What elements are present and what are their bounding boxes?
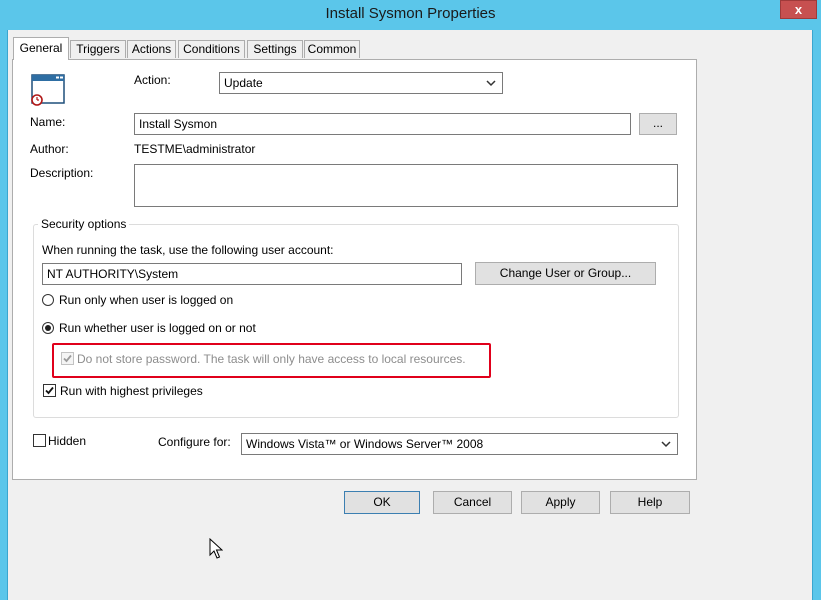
configure-for-dropdown[interactable]: Windows Vista™ or Windows Server™ 2008: [241, 433, 678, 455]
action-dropdown[interactable]: Update: [219, 72, 503, 94]
mouse-pointer-icon: [209, 537, 224, 560]
highest-privileges-checkbox[interactable]: [43, 384, 56, 397]
hidden-label: Hidden: [48, 434, 87, 448]
user-account-field[interactable]: NT AUTHORITY\System: [42, 263, 462, 285]
action-value: Update: [224, 76, 263, 90]
tab-triggers[interactable]: Triggers: [70, 40, 126, 58]
tab-settings[interactable]: Settings: [247, 40, 303, 58]
account-prompt: When running the task, use the following…: [42, 243, 334, 257]
apply-button[interactable]: Apply: [521, 491, 600, 514]
radio-logged-on-label: Run only when user is logged on: [59, 293, 234, 307]
window-title: Install Sysmon Properties: [325, 5, 496, 22]
name-label: Name:: [30, 115, 66, 129]
author-label: Author:: [30, 142, 69, 156]
description-label: Description:: [30, 166, 94, 180]
hidden-checkbox[interactable]: [33, 434, 46, 447]
name-input[interactable]: Install Sysmon: [134, 113, 631, 135]
action-label: Action:: [134, 73, 171, 87]
tab-common[interactable]: Common: [304, 40, 360, 58]
close-button[interactable]: x: [780, 0, 817, 19]
change-user-button[interactable]: Change User or Group...: [475, 262, 656, 285]
highest-privileges-label: Run with highest privileges: [60, 384, 203, 398]
radio-logged-on[interactable]: [42, 294, 54, 306]
radio-whether-logged-on-label: Run whether user is logged on or not: [59, 321, 256, 335]
help-button[interactable]: Help: [610, 491, 690, 514]
chevron-down-icon: [484, 74, 498, 92]
description-input[interactable]: [134, 164, 678, 207]
security-options-legend: Security options: [38, 217, 130, 231]
configure-for-value: Windows Vista™ or Windows Server™ 2008: [246, 437, 484, 451]
browse-button[interactable]: ...: [639, 113, 677, 135]
title-bar[interactable]: Install Sysmon Properties x: [0, 0, 821, 30]
ok-button[interactable]: OK: [344, 491, 420, 514]
author-value: TESTME\administrator: [134, 142, 256, 156]
tab-conditions[interactable]: Conditions: [178, 40, 245, 58]
tab-general[interactable]: General: [13, 37, 69, 60]
chevron-down-icon: [659, 435, 673, 453]
cancel-button[interactable]: Cancel: [433, 491, 512, 514]
tab-actions[interactable]: Actions: [127, 40, 176, 58]
configure-for-label: Configure for:: [158, 435, 231, 449]
task-clock-icon: [30, 73, 66, 107]
red-highlight-box: [52, 343, 491, 378]
radio-whether-logged-on[interactable]: [42, 322, 54, 334]
